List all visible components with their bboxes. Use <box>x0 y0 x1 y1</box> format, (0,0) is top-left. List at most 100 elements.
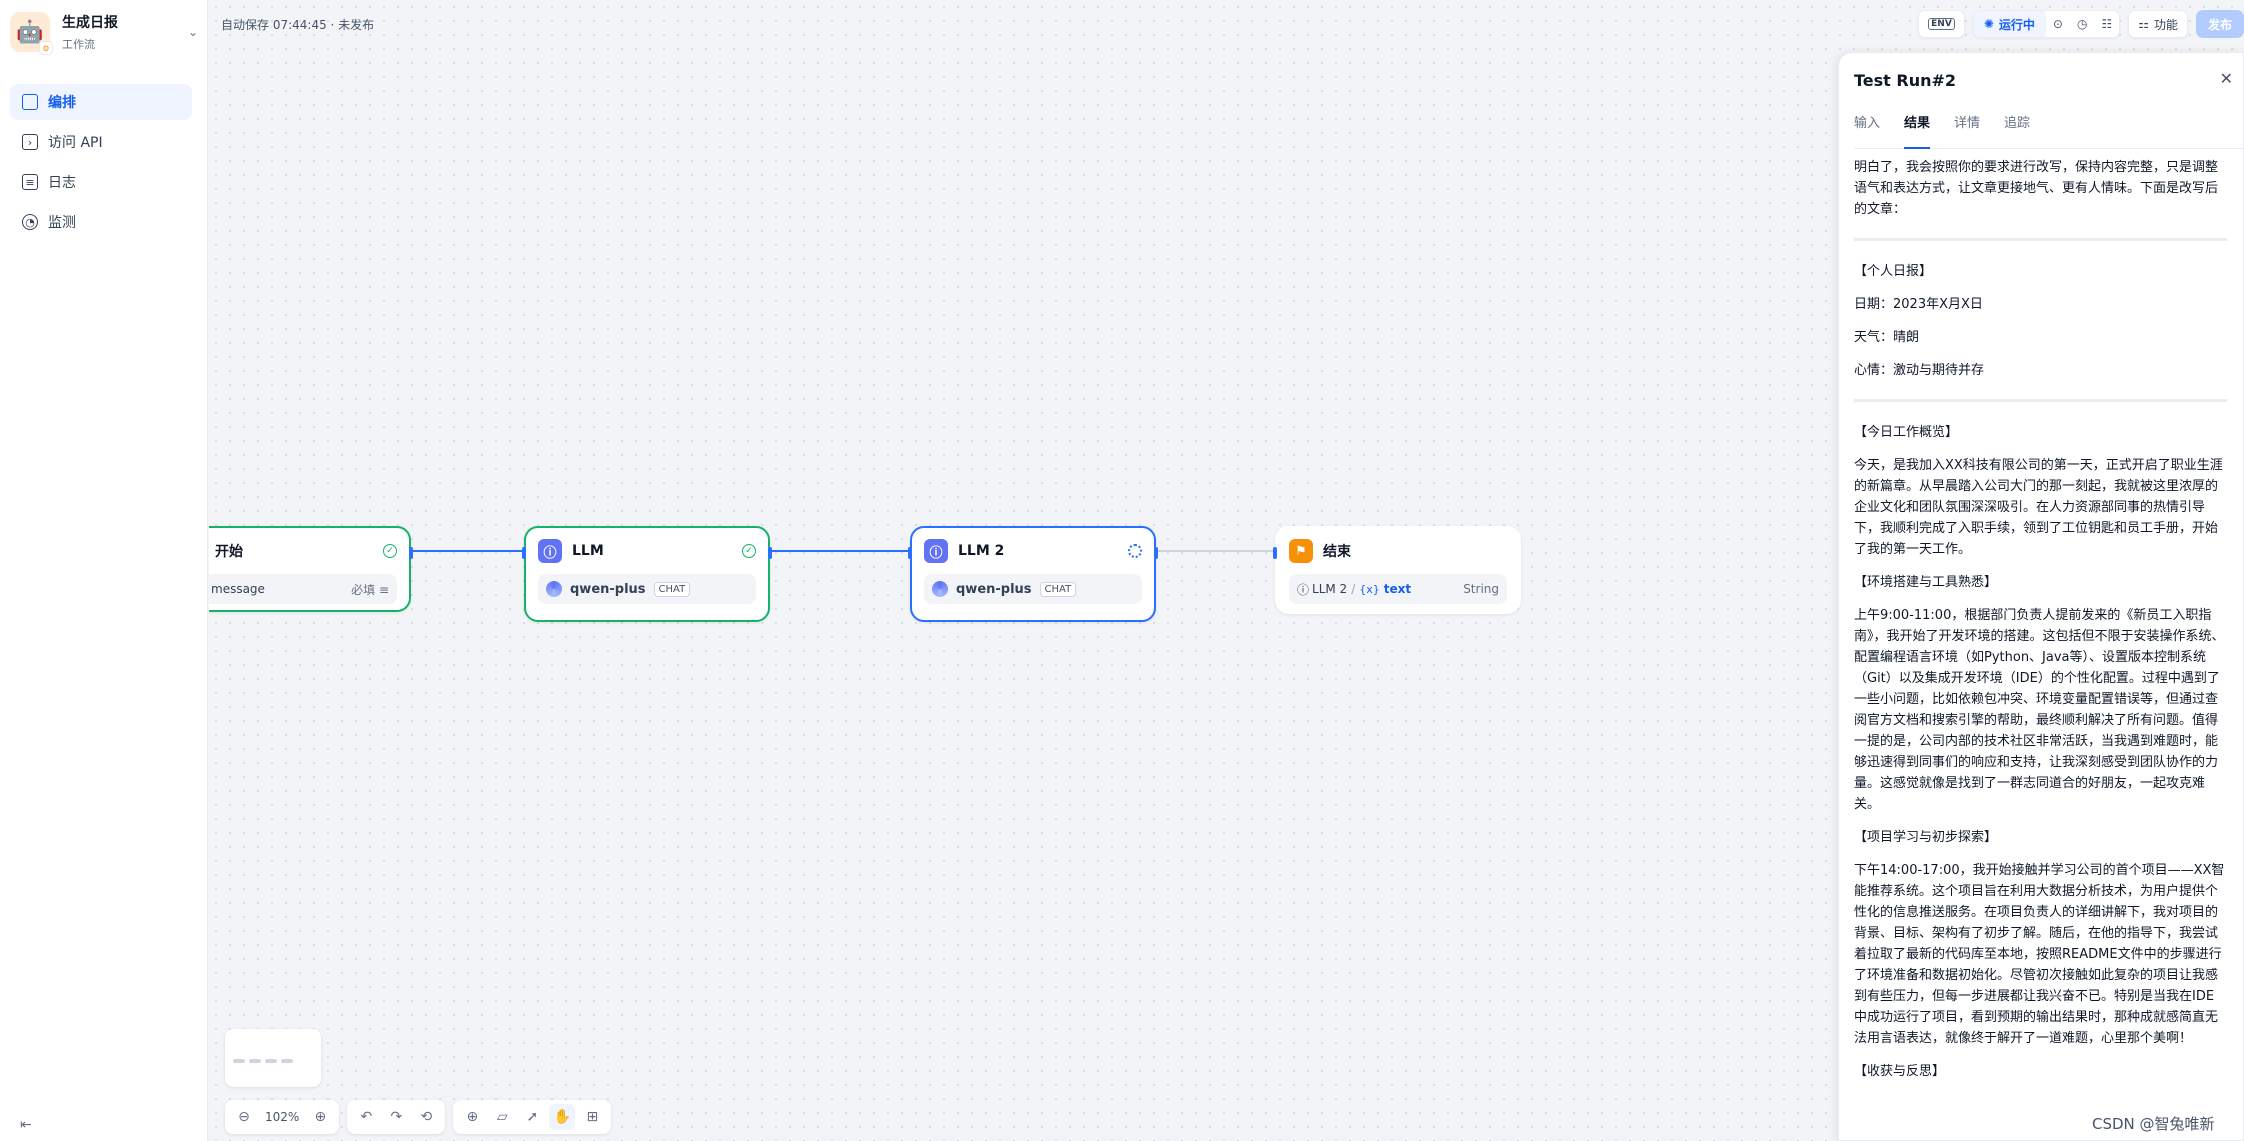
section-title: 【项目学习与初步探索】 <box>1854 830 1998 845</box>
required-label: 必填 <box>351 582 376 597</box>
result-intro: 明白了，我会按照你的要求进行改写，保持内容完整，只是调整语气和表达方式，让文章更… <box>1854 160 2219 217</box>
variable-name: text <box>1383 582 1412 596</box>
qwen-model-icon <box>546 581 562 597</box>
report-mood: 心情：激动与期待并存 <box>1854 363 1985 378</box>
input-handle[interactable] <box>908 547 912 559</box>
minimap-node <box>281 1059 293 1063</box>
sidebar-item-api[interactable]: › 访问 API <box>10 124 192 160</box>
chevron-down-icon[interactable]: ⌄ <box>188 25 198 39</box>
section-text: 下午14:00-17:00，我开始接触并学习公司的首个项目——XX智能推荐系统。… <box>1854 863 2225 1046</box>
pointer-icon[interactable]: ➚ <box>519 1104 545 1130</box>
minimap-node <box>249 1059 261 1063</box>
tab-result[interactable]: 结果 <box>1904 109 1931 149</box>
history-controls: ↶ ↷ ⟲ <box>347 1100 446 1134</box>
section-text: 上午9:00-11:00，根据部门负责人提前发来的《新员工入职指南》，我开始了开… <box>1854 608 2225 812</box>
layout-icon <box>22 94 38 110</box>
model-name: qwen-plus <box>956 581 1032 597</box>
sidebar-item-logs[interactable]: ≡ 日志 <box>10 164 192 200</box>
add-node-icon[interactable]: ⊕ <box>459 1104 485 1130</box>
mode-badge: CHAT <box>1039 581 1077 597</box>
app-robot-icon: 🤖 ⚙ <box>10 12 53 55</box>
llm2-node[interactable]: ⓘ LLM 2 qwen-plus CHAT <box>908 526 1158 622</box>
zoom-controls: ⊖ 102% ⊕ <box>225 1100 340 1134</box>
model-selector: qwen-plus CHAT <box>538 574 756 604</box>
workflow-badge-icon: ⚙ <box>39 41 53 55</box>
input-handle[interactable] <box>1273 547 1277 559</box>
zoom-out-icon[interactable]: ⊖ <box>231 1104 257 1130</box>
divider <box>1854 399 2227 402</box>
end-node[interactable]: ⚑ 结束 ⓘ LLM 2 / {x} text String <box>1273 526 1521 614</box>
monitor-icon: ◔ <box>22 214 38 230</box>
llm-node[interactable]: ⓘ LLM ✓ qwen-plus CHAT <box>522 526 772 622</box>
end-flag-icon: ⚑ <box>1289 539 1313 563</box>
sidebar-item-monitor[interactable]: ◔ 监测 <box>10 204 192 240</box>
file-icon: ≡ <box>22 174 38 190</box>
variable-type: String <box>1463 582 1499 596</box>
section-title: 【今日工作概览】 <box>1854 425 1959 440</box>
llm-brain-icon: ⓘ <box>538 539 562 563</box>
minimap-node <box>233 1059 245 1063</box>
app-name: 生成日报 <box>62 15 118 31</box>
output-handle[interactable] <box>1154 547 1158 559</box>
canvas-controls: ⊖ 102% ⊕ ↶ ↷ ⟲ ⊕ ▱ ➚ ✋ ⊞ <box>225 1100 612 1134</box>
input-handle[interactable] <box>522 547 526 559</box>
model-selector: qwen-plus CHAT <box>924 574 1142 604</box>
watermark: CSDN @智兔唯新 <box>2092 1115 2215 1133</box>
note-icon[interactable]: ▱ <box>489 1104 515 1130</box>
result-output: 明白了，我会按照你的要求进行改写，保持内容完整，只是调整语气和表达方式，让文章更… <box>1854 157 2227 1094</box>
test-run-panel: Test Run#2 ✕ 输入 结果 详情 追踪 明白了，我会按照你的要求进行改… <box>1838 52 2244 1141</box>
terminal-icon: › <box>22 134 38 150</box>
model-name: qwen-plus <box>570 581 646 597</box>
node-title: 开始 <box>215 544 243 560</box>
redo-icon[interactable]: ↷ <box>383 1104 409 1130</box>
organize-icon[interactable]: ⊞ <box>579 1104 605 1130</box>
node-title: LLM 2 <box>958 543 1005 559</box>
undo-icon[interactable]: ↶ <box>353 1104 379 1130</box>
tool-controls: ⊕ ▱ ➚ ✋ ⊞ <box>453 1100 612 1134</box>
panel-tabs: 输入 结果 详情 追踪 <box>1854 109 2243 149</box>
llm-brain-icon: ⓘ <box>924 539 948 563</box>
sidebar-item-label: 日志 <box>48 175 76 191</box>
end-variable: ⓘ LLM 2 / {x} text String <box>1289 574 1507 604</box>
text-type-icon: ≡ <box>378 582 389 597</box>
panel-title: Test Run#2 <box>1854 71 1957 90</box>
hand-icon[interactable]: ✋ <box>549 1104 576 1130</box>
section-title: 【环境搭建与工具熟悉】 <box>1854 575 1998 590</box>
report-weather: 天气：晴朗 <box>1854 330 1920 345</box>
section-text: 今天，是我加入XX科技有限公司的第一天，正式开启了职业生涯的新篇章。从早晨踏入公… <box>1854 458 2223 557</box>
divider <box>1854 238 2227 241</box>
node-title: 结束 <box>1323 544 1351 560</box>
history-icon[interactable]: ⟲ <box>413 1104 439 1130</box>
zoom-in-icon[interactable]: ⊕ <box>307 1104 333 1130</box>
variable-name: message <box>211 582 265 596</box>
sidebar: 🤖 ⚙ 生成日报 工作流 ⌄ 编排 › 访问 API ≡ 日志 ◔ 监测 ⇤ <box>0 0 208 1141</box>
sidebar-item-label: 访问 API <box>48 135 103 151</box>
llm-source-icon: ⓘ <box>1297 582 1310 597</box>
report-date: 日期：2023年X月X日 <box>1854 297 1983 312</box>
minimap[interactable] <box>225 1029 321 1087</box>
start-variable: message 必填 ≡ <box>209 574 397 604</box>
sidebar-item-label: 编排 <box>48 95 76 111</box>
start-node[interactable]: 开始 ✓ message 必填 ≡ <box>209 526 413 612</box>
sidebar-nav: 编排 › 访问 API ≡ 日志 ◔ 监测 <box>10 84 192 244</box>
report-title: 【个人日报】 <box>1854 264 1933 279</box>
variable-icon: {x} <box>1359 582 1380 596</box>
output-handle[interactable] <box>409 547 413 559</box>
success-check-icon: ✓ <box>742 544 756 558</box>
collapse-sidebar-icon[interactable]: ⇤ <box>20 1117 32 1133</box>
loading-spinner-icon <box>1128 544 1142 558</box>
tab-input[interactable]: 输入 <box>1854 109 1880 149</box>
sidebar-item-orchestrate[interactable]: 编排 <box>10 84 192 120</box>
sidebar-item-label: 监测 <box>48 215 76 231</box>
output-handle[interactable] <box>768 547 772 559</box>
app-header[interactable]: 🤖 ⚙ 生成日报 工作流 ⌄ <box>10 10 198 55</box>
variable-source: LLM 2 <box>1312 582 1348 596</box>
node-title: LLM <box>572 543 604 559</box>
close-icon[interactable]: ✕ <box>2220 69 2233 88</box>
tab-detail[interactable]: 详情 <box>1954 109 1980 149</box>
minimap-node <box>265 1059 277 1063</box>
section-title: 【收获与反思】 <box>1854 1064 1946 1079</box>
tab-trace[interactable]: 追踪 <box>2004 109 2030 149</box>
zoom-level[interactable]: 102% <box>261 1110 303 1124</box>
mode-badge: CHAT <box>653 581 691 597</box>
